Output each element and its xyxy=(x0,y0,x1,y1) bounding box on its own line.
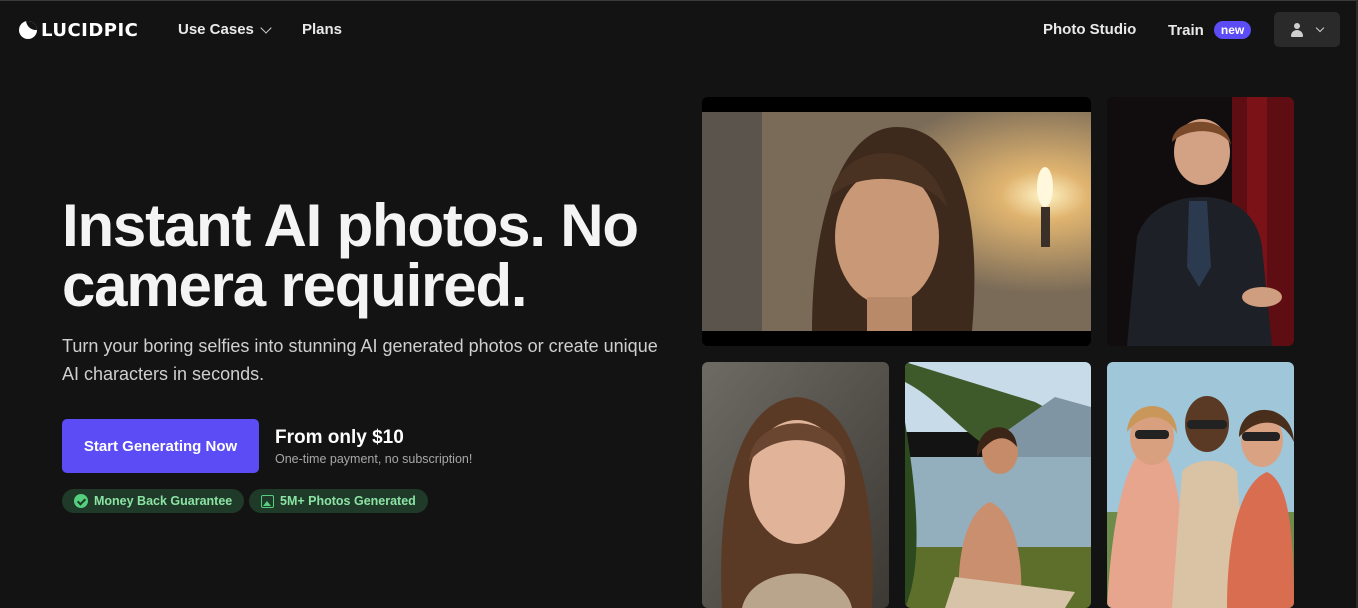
nav-train[interactable]: Train new xyxy=(1168,21,1252,39)
account-menu-button[interactable] xyxy=(1274,12,1340,47)
logo-text: LUCIDPIC xyxy=(41,19,139,41)
nav-use-cases-label: Use Cases xyxy=(178,21,254,38)
friends-group-photo xyxy=(1107,362,1294,608)
images-icon xyxy=(261,494,274,508)
start-generating-button[interactable]: Start Generating Now xyxy=(62,419,259,473)
top-nav: LUCIDPIC Use Cases Plans Photo Studio Tr… xyxy=(0,0,1358,60)
girl-portrait-photo xyxy=(702,362,889,608)
money-back-label: Money Back Guarantee xyxy=(94,494,233,508)
user-icon xyxy=(1291,22,1303,37)
photos-generated-badge: 5M+ Photos Generated xyxy=(249,489,428,513)
price-headline: From only $10 xyxy=(275,427,404,448)
check-circle-icon xyxy=(74,494,88,508)
money-back-badge: Money Back Guarantee xyxy=(62,489,245,513)
hero-subtext: Turn your boring selfies into stunning A… xyxy=(62,336,658,384)
nav-train-label: Train xyxy=(1168,21,1204,39)
man-speaker-photo xyxy=(1107,97,1294,346)
price-note: One-time payment, no subscription! xyxy=(275,452,473,466)
logo[interactable]: LUCIDPIC xyxy=(19,19,138,41)
photos-generated-label: 5M+ Photos Generated xyxy=(280,494,416,508)
nav-photo-studio[interactable]: Photo Studio xyxy=(1043,21,1136,38)
chevron-down-icon xyxy=(260,21,272,34)
hero-headline: Instant AI photos. No camera required. xyxy=(62,192,639,319)
woman-lake-meditation-photo xyxy=(905,362,1091,608)
chevron-down-icon xyxy=(1315,23,1325,33)
nav-use-cases[interactable]: Use Cases xyxy=(178,21,272,38)
nav-plans[interactable]: Plans xyxy=(302,21,342,38)
logo-mark-icon xyxy=(19,21,37,39)
woman-lamp-photo xyxy=(702,97,1091,346)
new-badge: new xyxy=(1213,21,1252,39)
